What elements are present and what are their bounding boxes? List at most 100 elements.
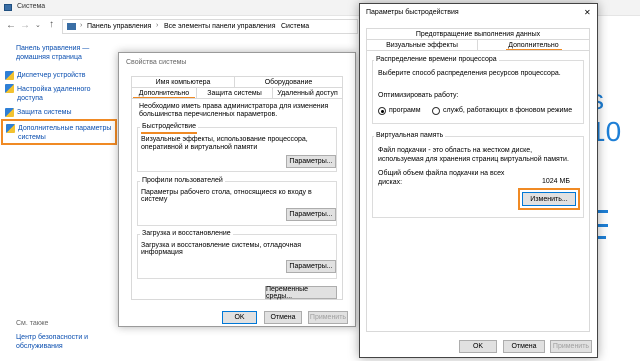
profiles-title: Профили пользователей	[140, 177, 225, 184]
tab-hardware[interactable]: Оборудование	[235, 76, 343, 87]
sidebar-item-advanced-settings[interactable]: Дополнительные параметры системы	[1, 119, 117, 145]
performance-title-underline	[141, 132, 197, 134]
tab-label: Дополнительно	[138, 89, 190, 97]
ok-button[interactable]: OK	[222, 311, 257, 324]
breadcrumb-sep-icon: ›	[273, 22, 276, 29]
tab-label: Защита системы	[207, 89, 262, 97]
back-arrow-icon[interactable]: ←	[6, 20, 16, 31]
vm-desc: Файл подкачки - это область на жестком д…	[378, 147, 569, 163]
button-label: Переменные среды...	[266, 285, 309, 300]
cpu-title: Распределение времени процессора	[374, 56, 499, 63]
environment-variables-button[interactable]: Переменные среды...	[265, 285, 337, 300]
tab-label: Визуальные эффекты	[386, 41, 458, 49]
tab-dep[interactable]: Предотвращение выполнения данных	[366, 28, 590, 39]
startup-title: Загрузка и восстановление	[140, 230, 233, 237]
breadcrumb-item-system[interactable]: Система	[281, 23, 309, 30]
button-label: Отмена	[511, 343, 537, 350]
sidebar-home-line1: Панель управления —	[16, 45, 90, 52]
breadcrumb-sep-icon: ›	[156, 22, 159, 29]
button-label: Параметры...	[289, 158, 333, 165]
sidebar-item-device-manager[interactable]: Диспетчер устройств	[3, 71, 115, 81]
vm-title: Виртуальная память	[374, 132, 446, 139]
cancel-button[interactable]: Отмена	[264, 311, 302, 324]
button-label: Изменить...	[530, 195, 568, 203]
breadcrumb-item-control-panel[interactable]: Панель управления	[87, 23, 151, 30]
apply-button[interactable]: Применить	[550, 340, 592, 353]
cancel-button[interactable]: Отмена	[503, 340, 545, 353]
sidebar-item-label: Защита системы	[17, 109, 72, 116]
button-label: Отмена	[270, 314, 296, 321]
tab-label: Удаленный доступ	[277, 89, 338, 97]
tab-system-protection[interactable]: Защита системы	[197, 87, 273, 98]
cpu-desc: Выберите способ распределения ресурсов п…	[378, 70, 561, 77]
breadcrumb-sep-icon: ›	[80, 22, 83, 29]
sidebar: Панель управления — домашняя страница Ди…	[0, 38, 118, 361]
sidebar-home-line2: домашняя страница	[16, 54, 82, 61]
vm-total-label: Общий объем файла подкачки на всех диска…	[378, 170, 505, 186]
performance-title: Быстродействие	[140, 123, 199, 130]
dialog-title: Свойства системы	[126, 59, 187, 66]
see-also-heading: См. также	[16, 320, 49, 327]
breadcrumb-item-all-items[interactable]: Все элементы панели управления	[164, 23, 275, 30]
radio-label: программ	[389, 107, 421, 114]
right-edge-fragment	[598, 210, 608, 270]
link-fragment	[598, 236, 606, 239]
link-fragment	[598, 210, 608, 213]
button-label: Применить	[309, 314, 347, 321]
shield-icon	[5, 108, 14, 117]
radio-label: служб, работающих в фоновом режиме	[443, 107, 573, 114]
sidebar-item-security-center[interactable]: Центр безопасности и обслуживания	[16, 333, 88, 351]
button-label: Параметры...	[289, 263, 333, 270]
radio-unselected-icon	[432, 107, 440, 115]
tab-label: Дополнительно	[508, 41, 559, 49]
profiles-desc: Параметры рабочего стола, относящиеся ко…	[141, 189, 312, 203]
radio-dot	[381, 110, 384, 113]
performance-titlebar: Параметры быстродействия ✕	[360, 4, 597, 21]
startup-desc: Загрузка и восстановление системы, отлад…	[141, 242, 302, 256]
sidebar-item-remote-access[interactable]: Настройка удаленного доступа	[3, 84, 115, 104]
system-icon	[4, 4, 12, 11]
button-label: Применить	[552, 343, 590, 350]
tab-computer-name[interactable]: Имя компьютера	[131, 76, 235, 87]
ok-button[interactable]: OK	[459, 340, 497, 353]
address-box[interactable]: › Панель управления › Все элементы панел…	[62, 19, 358, 34]
button-label: OK	[234, 314, 245, 321]
performance-desc: Визуальные эффекты, использование процес…	[141, 136, 308, 151]
optimize-label: Оптимизировать работу:	[378, 92, 459, 99]
system-properties-dialog: Свойства системы Имя компьютера Оборудов…	[118, 52, 356, 327]
profiles-settings-button[interactable]: Параметры...	[286, 208, 336, 221]
shield-icon	[5, 84, 14, 93]
tab-visual-effects[interactable]: Визуальные эффекты	[366, 39, 478, 50]
sidebar-home-link[interactable]: Панель управления — домашняя страница	[16, 44, 89, 62]
apply-button[interactable]: Применить	[308, 311, 348, 324]
sidebar-item-label: Настройка удаленного доступа	[17, 86, 91, 102]
admin-note: Необходимо иметь права администратора дл…	[139, 103, 329, 118]
security-center-line1: Центр безопасности и	[16, 334, 89, 341]
tab-label: Имя компьютера	[155, 78, 211, 86]
performance-options-dialog: Параметры быстродействия ✕ Предотвращени…	[359, 3, 598, 358]
tab-label: Оборудование	[264, 78, 313, 86]
link-fragment	[598, 224, 608, 227]
sidebar-item-system-protection[interactable]: Защита системы	[3, 108, 115, 118]
close-icon[interactable]: ✕	[584, 8, 591, 17]
radio-programs[interactable]: программ	[378, 107, 438, 117]
sidebar-item-label: Диспетчер устройств	[17, 72, 86, 79]
recent-chevron-icon[interactable]: ⌄	[35, 21, 41, 29]
tab-remote-access[interactable]: Удаленный доступ	[273, 87, 343, 98]
radio-services[interactable]: служб, работающих в фоновом режиме	[432, 107, 582, 117]
folder-icon	[67, 23, 76, 30]
radio-selected-icon	[378, 107, 386, 115]
window-title: Система	[17, 3, 46, 10]
shield-icon	[6, 124, 15, 133]
change-button[interactable]: Изменить...	[522, 192, 576, 206]
up-arrow-icon[interactable]: ↑	[49, 19, 54, 30]
startup-settings-button[interactable]: Параметры...	[286, 260, 336, 273]
security-center-line2: обслуживания	[16, 343, 63, 350]
performance-settings-button[interactable]: Параметры...	[286, 155, 336, 168]
forward-arrow-icon[interactable]: →	[20, 20, 30, 31]
vm-total-value: 1024 МБ	[542, 178, 570, 185]
shield-icon	[5, 71, 14, 80]
dialog-title: Параметры быстродействия	[366, 9, 459, 16]
button-label: OK	[472, 343, 484, 350]
button-label: Параметры...	[289, 211, 333, 218]
